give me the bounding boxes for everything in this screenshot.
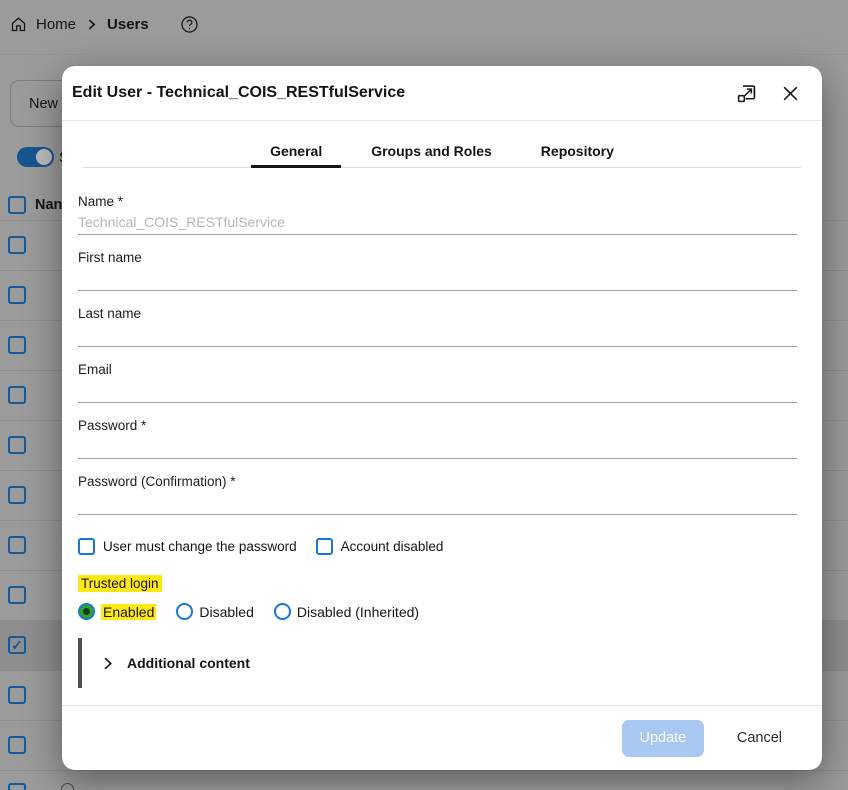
name-label: Name * [78,194,797,208]
chevron-right-icon[interactable] [99,655,116,672]
row-checkbox[interactable] [8,686,26,704]
password-confirmation-label: Password (Confirmation) * [78,474,797,488]
dialog-footer: Update Cancel [62,705,822,770]
row-checkbox[interactable] [8,236,26,254]
select-all-checkbox[interactable] [8,196,26,214]
radio-disabled-label: Disabled [199,604,253,620]
row-checkbox[interactable] [8,783,26,790]
radio-option-enabled[interactable]: Enabled [78,603,156,620]
password-label: Password * [78,418,797,432]
last-name-label: Last name [78,306,797,320]
radio-disabled-inherited[interactable] [274,603,291,620]
chevron-right-icon [85,18,98,31]
topbar-divider [0,54,848,55]
breadcrumb-home[interactable]: Home [36,16,76,33]
password-field: Password * [78,418,797,459]
additional-content-section[interactable]: Additional content [78,638,797,688]
row-checkbox[interactable] [8,736,26,754]
first-name-label: First name [78,250,797,264]
first-name-input[interactable] [78,265,797,291]
edit-user-dialog: Edit User - Technical_COIS_RESTfulServic… [62,66,822,770]
table-row-partial [0,771,848,790]
password-confirmation-input[interactable] [78,489,797,515]
password-input[interactable] [78,433,797,459]
name-field: Name * Technical_COIS_RESTfulService [78,194,797,235]
toggle-knob [36,149,52,165]
last-name-input[interactable] [78,321,797,347]
radio-disabled-inherited-label: Disabled (Inherited) [297,604,419,620]
email-field: Email [78,362,797,403]
tab-groups-and-roles[interactable]: Groups and Roles [365,121,498,167]
email-input[interactable] [78,377,797,403]
breadcrumb-current: Users [107,16,149,33]
radio-enabled-label: Enabled [101,604,156,620]
trusted-login-options: Enabled Disabled Disabled (Inherited) [78,603,797,620]
tab-general[interactable]: General [264,121,328,167]
additional-content-label: Additional content [127,655,250,671]
row-checkbox[interactable] [8,486,26,504]
close-icon[interactable] [781,84,800,103]
radio-option-disabled-inherited[interactable]: Disabled (Inherited) [274,603,419,620]
row-checkbox[interactable] [8,286,26,304]
status-circle-icon [61,783,74,790]
row-checkbox[interactable] [8,586,26,604]
expand-dialog-button[interactable] [736,83,757,104]
row-checkbox[interactable] [8,536,26,554]
update-button[interactable]: Update [622,720,704,757]
radio-option-disabled[interactable]: Disabled [176,603,253,620]
show-toggle[interactable] [17,147,54,167]
account-disabled-label: Account disabled [341,539,444,554]
column-header-name[interactable]: Nan [35,197,62,213]
dialog-title: Edit User - Technical_COIS_RESTfulServic… [72,84,712,102]
trusted-login-label: Trusted login [78,575,162,592]
checkbox-row: User must change the password Account di… [78,538,797,555]
help-icon[interactable] [180,15,199,34]
breadcrumb: Home Users [10,15,199,34]
dialog-header: Edit User - Technical_COIS_RESTfulServic… [62,66,822,121]
password-confirmation-field: Password (Confirmation) * [78,474,797,515]
dialog-tabs: General Groups and Roles Repository [83,121,801,168]
dialog-body: Name * Technical_COIS_RESTfulService Fir… [62,168,822,705]
row-checkbox[interactable] [8,436,26,454]
email-label: Email [78,362,797,376]
cancel-button[interactable]: Cancel [731,729,788,747]
row-checkbox[interactable] [8,386,26,404]
must-change-password-label: User must change the password [103,539,297,554]
row-checkbox[interactable] [8,336,26,354]
tab-repository[interactable]: Repository [535,121,620,167]
radio-disabled[interactable] [176,603,193,620]
row-checkbox-checked[interactable]: ✓ [8,636,26,654]
last-name-field: Last name [78,306,797,347]
account-disabled-checkbox[interactable] [316,538,333,555]
home-icon[interactable] [10,16,27,33]
name-input[interactable]: Technical_COIS_RESTfulService [78,209,797,235]
first-name-field: First name [78,250,797,291]
must-change-password-checkbox[interactable] [78,538,95,555]
radio-enabled[interactable] [78,603,95,620]
